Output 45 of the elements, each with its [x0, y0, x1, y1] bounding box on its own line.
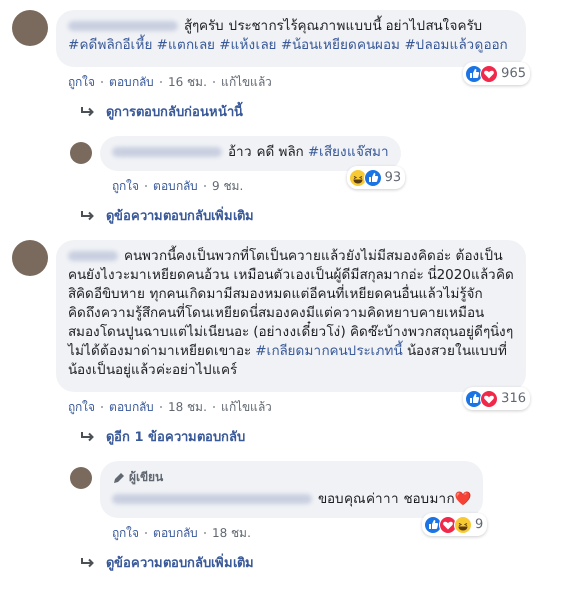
reaction-count[interactable]: 965	[463, 62, 530, 85]
comment-text: คนพวกนี้คงเป็นพวกที่โตเป็นควายแล้วยังไม่มีสมองคิดอ่ะ ต้องเป็นคนยังไงวะมาเหยียดคนอ้วน เหมือนตัวเองเป็นผู้ดีมีสกุลมากอ่ะ นี่2020แล้วคิดสิคิดอีขิบหาย ทุกคนเกิดมามีสมองหมดแต่อีคนที่เหยียดคนอื่นแล้วไม่รู้จักคิดถึงความรู้สึกคนที่โดนเหยียดนี่สมองคงมีแต่ความคิดหยาบคายเหมือนสมองโดนปูนฉาบแต่ไม่เนียนอะ (อย่างงเดี๋ยวโง่) คิดซ๊ะบ้างพวกสถุนอยู่ดีๆนิ่งๆไม่ได้ต้องมาด่ามาเหยียดเขาอะ #เกลียดมากคนประเภทนี้ น้องสวยในแบบที่น้องเป็นอยู่แล้วค่ะอย่าไปแคร์	[68, 247, 514, 380]
comment-text: ขอบคุณค่าาา ชอบมาก❤	[112, 490, 472, 509]
laughing-reaction-icon	[454, 516, 472, 534]
action-link[interactable]: ตอบกลับ	[109, 397, 154, 416]
edited-label[interactable]: แก้ไขแล้ว	[220, 72, 272, 91]
blurred-name	[68, 251, 118, 262]
reply-arrow-icon	[80, 430, 94, 442]
action-link[interactable]: ถูกใจ	[112, 523, 139, 542]
avatar[interactable]	[70, 467, 92, 489]
author-label: ผู้เขียน	[129, 469, 163, 486]
comment-text: สู้ๆครับ ประชากรไร้คุณภาพแบบนี้ อย่าไปสนใจครับ #คดีพลิกอีเหี้ย #แตกเลย #แห้งเลย #น้อนเหยียดคนผอม #ปลอมแล้วดูออก	[68, 17, 514, 55]
reply-arrow-icon	[80, 556, 94, 568]
reaction-number: 965	[501, 65, 526, 83]
reaction-count[interactable]: 93	[346, 166, 406, 189]
reply-arrow-icon	[80, 210, 94, 222]
like-reaction-icon	[364, 168, 382, 186]
view-replies-link[interactable]: ดูข้อความตอบกลับเพิ่มเติม	[106, 552, 254, 573]
view-replies-link[interactable]: ดูการตอบกลับก่อนหน้านี้	[106, 101, 243, 122]
timestamp: 18 ชม.	[168, 399, 207, 416]
action-link[interactable]: ถูกใจ	[68, 397, 95, 416]
reply-arrow-icon	[80, 106, 94, 118]
action-link[interactable]: ตอบกลับ	[153, 523, 198, 542]
comment-text: อ้าว คดี พลิก #เสียงแจ๊สมา	[112, 143, 390, 162]
pen-icon	[112, 470, 126, 484]
view-replies-link[interactable]: ดูอีก 1 ข้อความตอบกลับ	[106, 426, 246, 447]
timestamp: 16 ชม.	[168, 74, 207, 91]
avatar[interactable]	[70, 142, 92, 164]
heart-reaction-icon	[480, 64, 498, 82]
reaction-number: 316	[501, 390, 526, 408]
reaction-count[interactable]: 316	[463, 387, 530, 410]
reaction-number: 93	[384, 169, 402, 187]
edited-label[interactable]: แก้ไขแล้ว	[220, 397, 272, 416]
action-link[interactable]: ตอบกลับ	[109, 72, 154, 91]
avatar[interactable]	[12, 10, 48, 46]
timestamp: 18 ชม.	[212, 525, 251, 542]
heart-reaction-icon	[480, 390, 498, 408]
reaction-count[interactable]: 9	[422, 513, 488, 536]
reaction-number: 9	[475, 516, 484, 534]
view-replies-link[interactable]: ดูข้อความตอบกลับเพิ่มเติม	[106, 205, 254, 226]
avatar[interactable]	[12, 240, 48, 276]
action-link[interactable]: ถูกใจ	[112, 176, 139, 195]
action-link[interactable]: ตอบกลับ	[153, 176, 198, 195]
timestamp: 9 ชม.	[212, 178, 244, 195]
action-link[interactable]: ถูกใจ	[68, 72, 95, 91]
